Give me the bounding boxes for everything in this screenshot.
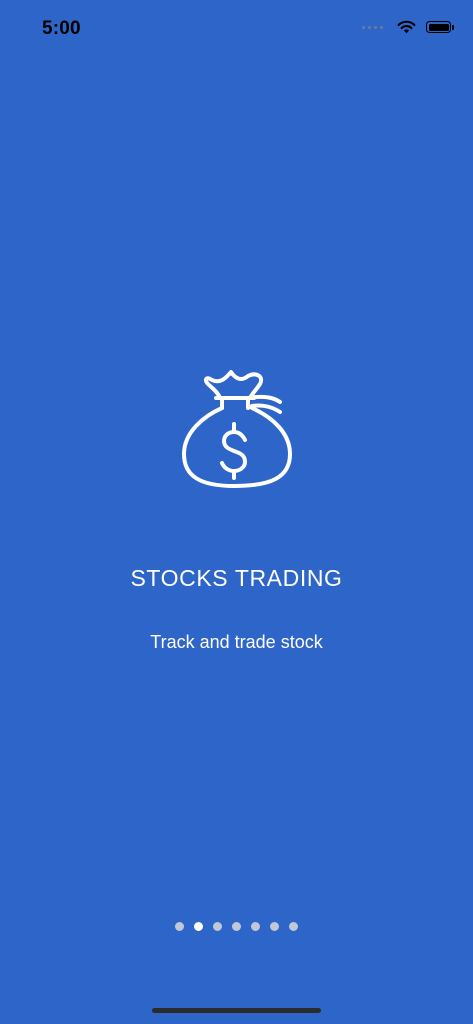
page-dot-2[interactable]	[194, 922, 203, 931]
page-dot-6[interactable]	[270, 922, 279, 931]
onboarding-title: STOCKS TRADING	[130, 565, 343, 591]
status-time: 5:00	[42, 18, 81, 39]
wifi-icon	[397, 20, 416, 34]
battery-icon	[426, 21, 454, 33]
page-dot-3[interactable]	[213, 922, 222, 931]
cellular-signal-icon	[362, 25, 383, 29]
battery-level	[428, 23, 449, 31]
page-dot-4[interactable]	[232, 922, 241, 931]
home-indicator[interactable]	[152, 1008, 321, 1013]
status-icons	[362, 20, 454, 34]
page-dot-5[interactable]	[251, 922, 260, 931]
page-dot-7[interactable]	[289, 922, 298, 931]
status-bar: 5:00	[0, 0, 473, 60]
money-bag-icon	[176, 368, 298, 494]
page-indicator[interactable]	[0, 922, 473, 931]
onboarding-subtitle: Track and trade stock	[150, 632, 323, 652]
page-dot-1[interactable]	[175, 922, 184, 931]
